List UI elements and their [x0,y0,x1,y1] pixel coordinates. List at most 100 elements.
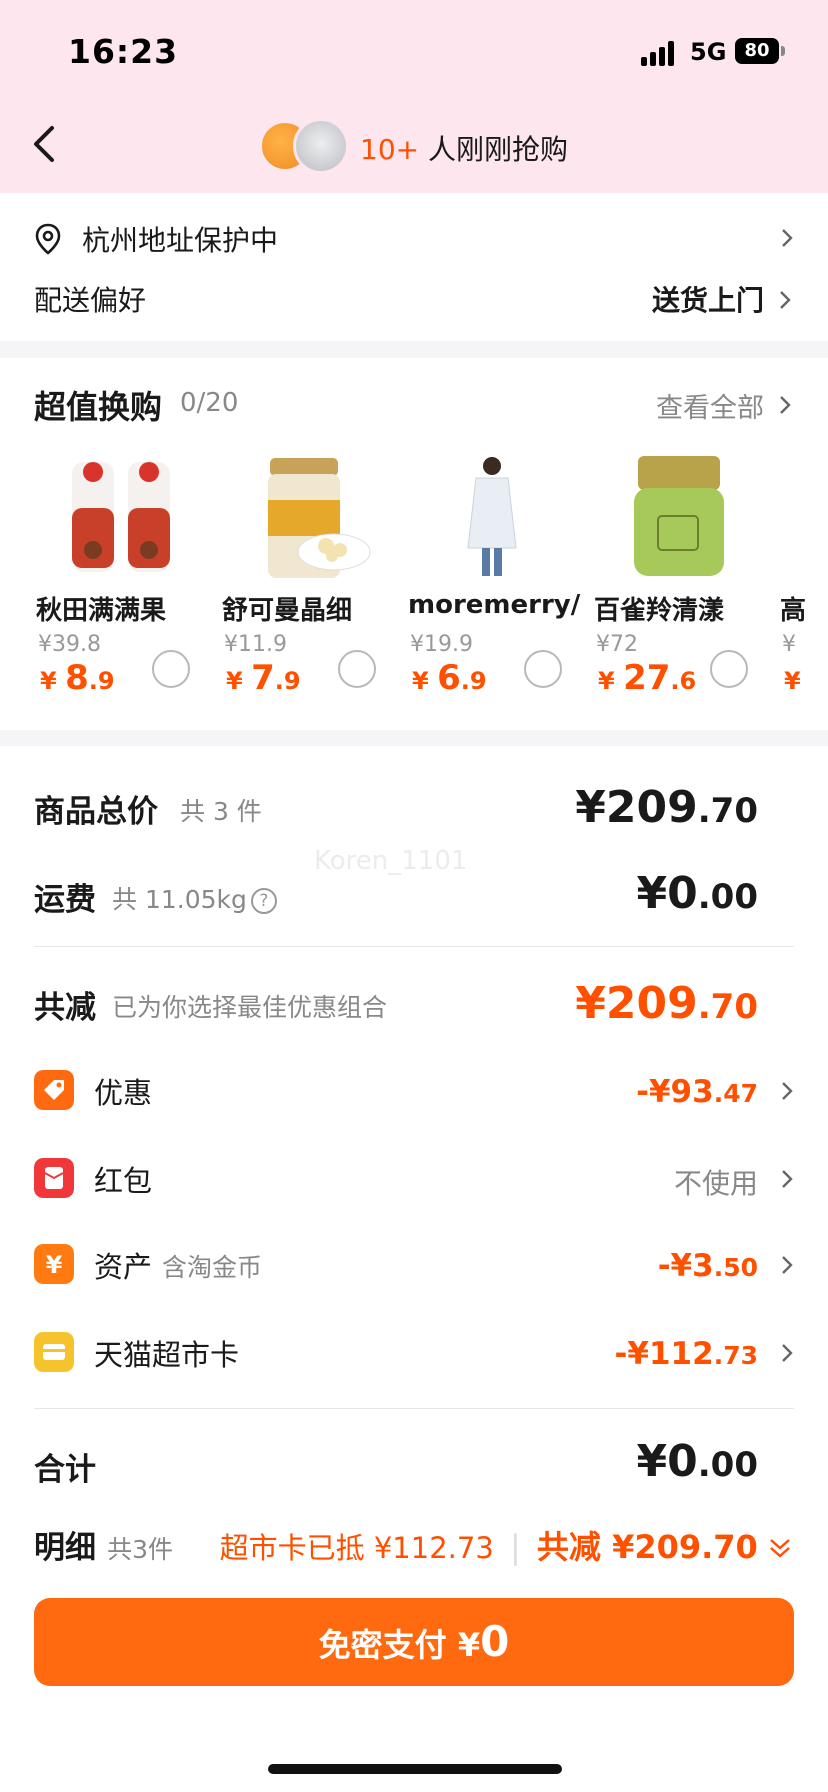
buyer-avatars [259,118,355,174]
shipping-label: 运费 [34,882,96,918]
shipping-weight: 共 11.05kg? [112,880,277,916]
addon-product[interactable]: moremerry/ ¥19.9 ¥ 6.9 [408,452,588,702]
product-name: 舒可曼晶细 [222,596,353,626]
separator: | [509,1528,521,1566]
delivery-preference-value[interactable]: 送货上门 [652,279,764,319]
chevron-right-icon [780,396,791,414]
reduction-label: 共减 [34,990,96,1026]
addon-count: 0/20 [180,388,239,418]
product-original-price: ¥39.8 [38,632,101,657]
location-pin-icon [35,223,61,255]
product-image [634,456,724,576]
product-original-price: ¥19.9 [410,632,473,657]
total-amount: ¥209.70 [575,782,758,833]
addon-product[interactable]: 秋田满满果 ¥39.8 ¥ 8.9 [36,452,216,702]
red-packet-row[interactable]: 红包 不使用 [34,1154,794,1202]
coupon-row[interactable]: 优惠 -¥93.47 [34,1066,794,1114]
product-image [467,457,517,576]
order-summary-card: Koren_1101 商品总价 共 3 件 ¥209.70 运费 共 11.05… [0,746,828,1792]
top-bar: 16:23 5G 80 10+ 人刚刚抢购 [0,0,828,193]
product-price: ¥ 8.9 [40,658,115,698]
product-image [268,458,371,578]
product-original-price: ¥72 [596,632,638,657]
coupon-amount: -¥93.47 [636,1074,758,1110]
pay-button[interactable]: 免密支付 ¥0 [34,1598,794,1686]
chevron-right-icon [780,291,791,309]
see-all-link[interactable]: 查看全部 [656,386,764,425]
watermark: Koren_1101 [314,846,468,876]
reduction-amount: ¥209.70 [575,978,758,1029]
red-packet-icon [34,1158,74,1198]
product-image [72,462,170,572]
back-arrow-icon [34,126,54,162]
chevron-right-icon [782,229,793,247]
assets-sub: 含淘金币 [162,1253,263,1282]
chevron-right-icon [782,1344,793,1362]
address-text: 杭州地址保护中 [82,224,279,257]
select-radio[interactable] [710,650,748,688]
red-packet-value: 不使用 [673,1167,758,1200]
product-name: moremerry/ [408,590,581,620]
detail-count: 共3件 [107,1535,173,1564]
sum-label: 合计 [34,1452,96,1488]
product-name: 百雀羚清漾 [594,596,725,626]
chevron-right-icon [782,1082,793,1100]
buyers-label: 人刚刚抢购 [428,133,569,166]
gift-card-icon [34,1332,74,1372]
yen-coin-icon: ¥ [34,1244,74,1284]
help-icon[interactable]: ? [250,888,277,914]
signal-icon [641,40,679,66]
battery-icon: 80 [735,38,779,64]
status-time: 16:23 [68,32,179,71]
sum-amount: ¥0.00 [636,1436,758,1487]
assets-row[interactable]: ¥ 资产 含淘金币 -¥3.50 [34,1240,794,1288]
back-button[interactable] [28,124,64,164]
tmall-card-row[interactable]: 天猫超市卡 -¥112.73 [34,1328,794,1376]
pay-amount: 0 [480,1617,510,1666]
home-indicator[interactable] [268,1764,562,1774]
red-packet-label: 红包 [94,1164,153,1198]
address-row[interactable]: 杭州地址保护中 [34,217,794,257]
buyers-count: 10+ [360,133,420,166]
recent-buyers-text: 10+ 人刚刚抢购 [360,128,568,168]
addon-title: 超值换购 [34,388,163,426]
product-price: ¥ 27.6 [598,658,697,698]
assets-amount: -¥3.50 [657,1248,758,1284]
avatar [293,118,349,174]
detail-label: 明细 [34,1530,96,1566]
shipping-amount: ¥0.00 [636,868,758,919]
total-count: 共 3 件 [180,797,262,826]
delivery-preference-label: 配送偏好 [34,284,147,317]
detail-card-text: 超市卡已抵 ¥112.73 [219,1531,494,1565]
chevron-right-icon [782,1256,793,1274]
addon-product[interactable]: 百雀羚清漾 ¥72 ¥ 27.6 [594,452,774,702]
divider [34,1408,794,1409]
product-name: 秋田满满果 [36,596,167,626]
reduction-desc: 已为你选择最佳优惠组合 [112,993,388,1022]
detail-summary[interactable]: 超市卡已抵 ¥112.73 | 共减 ¥209.70 [220,1522,792,1568]
status-bar: 16:23 5G 80 [0,0,828,100]
svg-text:¥: ¥ [46,1251,63,1279]
total-label: 商品总价 [34,794,158,830]
select-radio[interactable] [152,650,190,688]
assets-label: 资产 [94,1250,153,1284]
product-price: ¥ 6.9 [412,658,487,698]
detail-reduce-text: 共减 ¥209.70 [536,1528,758,1566]
addon-product[interactable]: 舒可曼晶细 ¥11.9 ¥ 7.9 [222,452,402,702]
addon-product[interactable]: 高 ¥ ¥ [780,452,828,702]
battery-tip [781,46,785,56]
pay-label: 免密支付 ¥ [318,1626,481,1664]
product-original-price: ¥ [782,632,796,657]
network-label: 5G [690,38,727,66]
detail-toggle[interactable]: 明细 共3件 [34,1522,173,1567]
address-card: 杭州地址保护中 配送偏好 送货上门 [0,193,828,341]
product-name: 高 [780,596,807,626]
addon-card: 超值换购 0/20 查看全部 秋田满满果 ¥39.8 ¥ 8.9 舒可曼晶细 ¥… [0,358,828,730]
product-price: ¥ [784,667,801,695]
chevron-right-icon [782,1170,793,1188]
select-radio[interactable] [338,650,376,688]
double-chevron-down-icon [770,1539,790,1558]
select-radio[interactable] [524,650,562,688]
tmall-card-amount: -¥112.73 [614,1336,758,1372]
product-original-price: ¥11.9 [224,632,287,657]
